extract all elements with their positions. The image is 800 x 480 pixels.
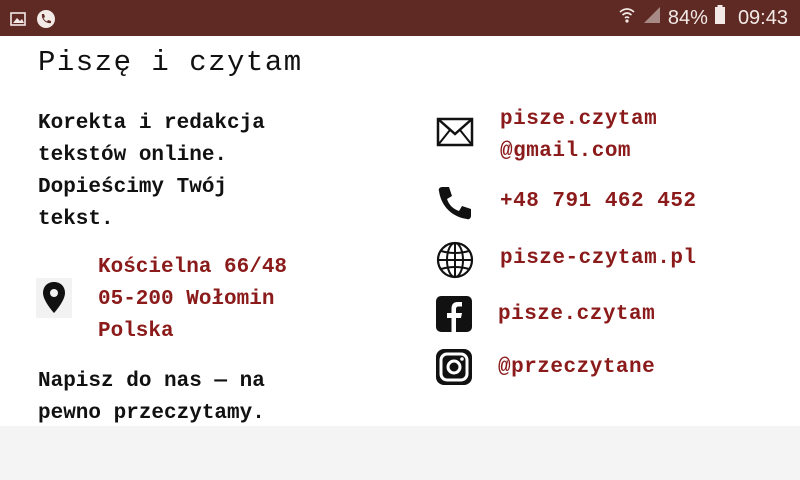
intro-line: tekstów online. <box>38 144 228 167</box>
image-icon <box>10 11 26 32</box>
globe-icon <box>436 241 474 279</box>
email-line: pisze.czytam <box>500 108 658 131</box>
intro-line: tekst. <box>38 208 114 231</box>
contact-card: Piszę i czytam Korekta i redakcja tekstó… <box>0 36 800 426</box>
intro-text: Korekta i redakcja tekstów online. Dopie… <box>38 108 358 236</box>
phone-link[interactable]: +48 791 462 452 <box>500 186 697 218</box>
phone-icon <box>436 184 474 222</box>
clock: 09:43 <box>737 6 788 29</box>
page-background <box>0 426 800 480</box>
website-link[interactable]: pisze-czytam.pl <box>500 243 697 275</box>
address-city: 05-200 Wołomin <box>98 288 275 311</box>
page-title: Piszę i czytam <box>38 46 303 79</box>
status-bar: 84% 09:43 <box>0 0 800 36</box>
intro-line: Korekta i redakcja <box>38 112 265 135</box>
phone-call-icon <box>36 9 56 34</box>
outro-text: Napisz do nas — na pewno przeczytamy. <box>38 366 378 430</box>
wifi-icon <box>618 5 636 31</box>
instagram-icon <box>436 349 474 387</box>
email-line: @gmail.com <box>500 140 632 163</box>
instagram-link[interactable]: @przeczytane <box>498 352 655 384</box>
address-street: Kościelna 66/48 <box>98 256 288 279</box>
signal-icon <box>642 5 662 31</box>
location-pin-icon <box>36 278 72 318</box>
intro-line: Dopieścimy Twój <box>38 176 228 199</box>
facebook-link[interactable]: pisze.czytam <box>498 299 655 331</box>
envelope-icon <box>436 116 474 154</box>
email-link[interactable]: pisze.czytam @gmail.com <box>500 104 657 168</box>
address[interactable]: Kościelna 66/48 05-200 Wołomin Polska <box>98 252 287 348</box>
outro-line: Napisz do nas — na <box>38 370 265 393</box>
battery-percent: 84% <box>667 6 708 29</box>
battery-icon <box>714 5 726 31</box>
address-country: Polska <box>98 320 174 343</box>
facebook-icon <box>436 296 474 334</box>
